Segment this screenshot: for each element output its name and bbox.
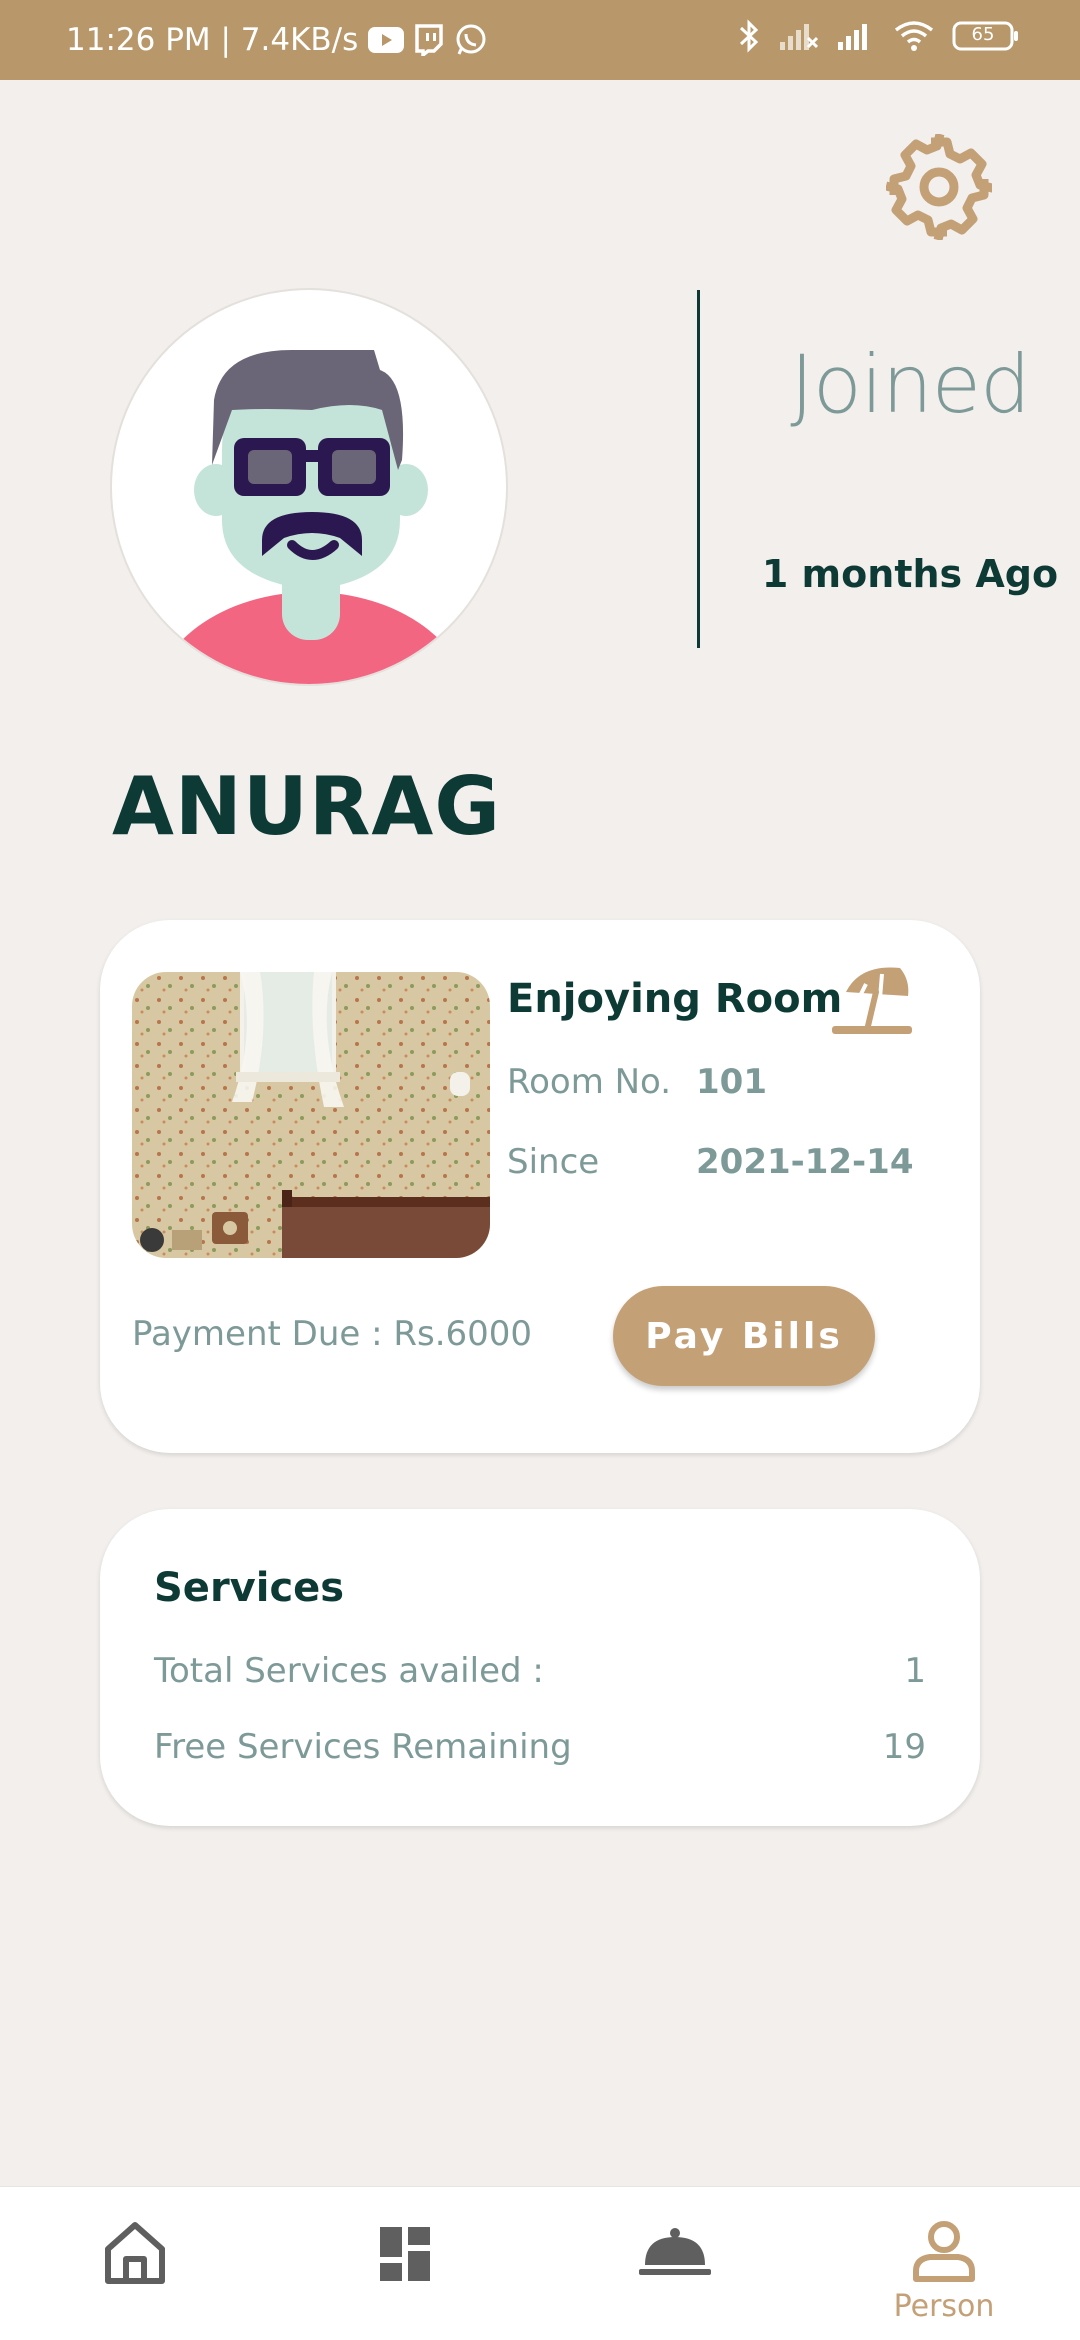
bottom-nav: Person [0, 2186, 1080, 2340]
room-no-label: Room No. [507, 1062, 672, 1102]
status-bar: 11:26 PM | 7.4KB/s 65 [0, 0, 1080, 80]
joined-label: Joined [790, 338, 1030, 431]
dashboard-icon [380, 2227, 430, 2281]
beach-umbrella-icon [830, 962, 914, 1038]
avatar [112, 290, 506, 684]
services-row-label: Total Services availed : [154, 1651, 544, 1691]
status-right: 65 [738, 18, 1020, 54]
person-avatar-illustration [154, 350, 468, 684]
room-service-icon [639, 2228, 711, 2275]
joined-value: 1 months Ago [761, 552, 1059, 596]
wifi-icon [894, 20, 934, 52]
status-time-speed: 11:26 PM | 7.4KB/s [66, 22, 359, 58]
settings-button[interactable] [884, 132, 997, 242]
whatsapp-icon [454, 23, 488, 57]
nav-label-person: Person [893, 2289, 995, 2324]
user-name: ANURAG [112, 760, 502, 853]
since-label: Since [507, 1142, 600, 1182]
signal-off-icon [778, 20, 818, 52]
room-card: Enjoying Room Room No. 101 Since 2021-12… [100, 920, 980, 1453]
battery-level: 65 [971, 24, 995, 45]
since-value: 2021-12-14 [696, 1142, 914, 1182]
services-row-value: 19 [882, 1727, 926, 1767]
payment-due: Payment Due : Rs.6000 [132, 1314, 533, 1354]
room-title: Enjoying Room [507, 976, 843, 1022]
battery-icon: 65 [952, 20, 1020, 52]
nav-item-room-service[interactable] [575, 2187, 775, 2340]
person-icon [913, 2221, 975, 2282]
status-left: 11:26 PM | 7.4KB/s [66, 22, 488, 58]
services-title: Services [154, 1565, 345, 1611]
twitch-icon [414, 24, 444, 56]
gear-icon [884, 132, 997, 242]
home-icon [105, 2222, 165, 2284]
room-image [132, 972, 490, 1258]
nav-item-dashboard[interactable] [305, 2187, 505, 2340]
nav-item-person[interactable]: Person [844, 2187, 1044, 2340]
room-no-value: 101 [696, 1062, 767, 1102]
pay-bills-button[interactable]: Pay Bills [613, 1286, 875, 1386]
services-row-value: 1 [904, 1651, 926, 1691]
youtube-icon [368, 27, 405, 53]
nav-item-home[interactable] [35, 2187, 235, 2340]
services-row-free: Free Services Remaining 19 [154, 1727, 926, 1767]
bluetooth-icon [738, 18, 760, 54]
services-row-label: Free Services Remaining [154, 1727, 572, 1767]
signal-icon [836, 20, 876, 52]
vertical-divider [697, 290, 700, 648]
services-card: Services Total Services availed : 1 Free… [100, 1509, 980, 1826]
services-row-total: Total Services availed : 1 [154, 1651, 926, 1691]
